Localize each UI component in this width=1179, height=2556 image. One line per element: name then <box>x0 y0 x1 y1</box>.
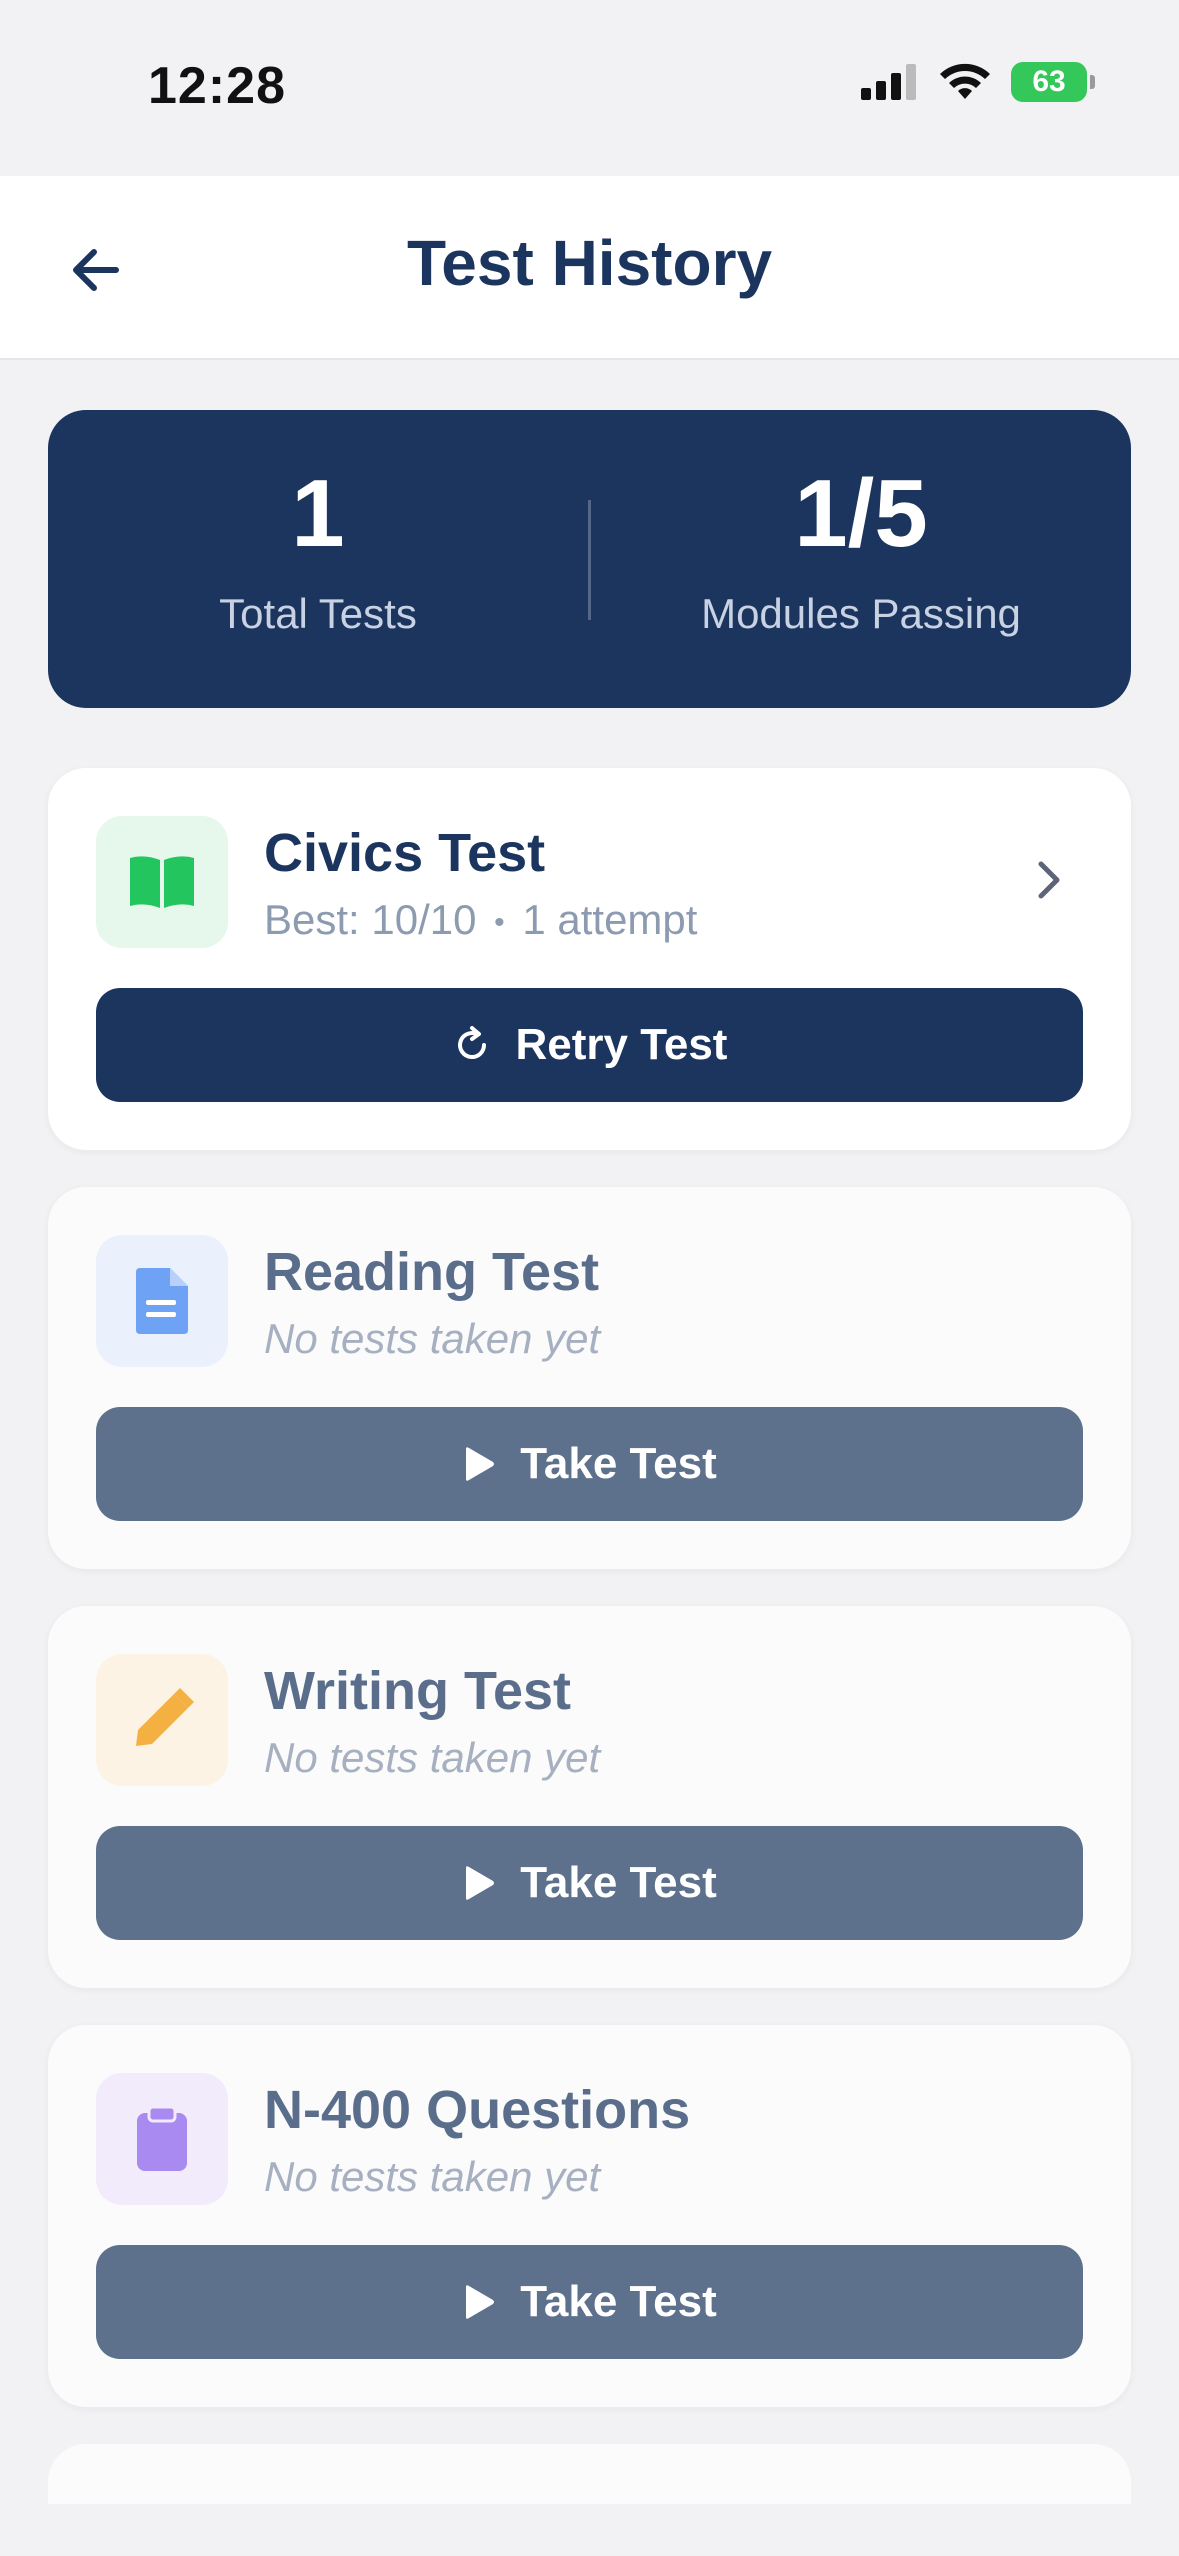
card-icon-container <box>96 1654 228 1786</box>
play-icon <box>466 1447 495 1481</box>
total-tests-value: 1 <box>291 460 345 567</box>
card-subtitle: Best: 10/10 • 1 attempt <box>264 896 697 944</box>
take-test-button[interactable]: Take Test <box>96 1826 1083 1940</box>
take-test-label: Take Test <box>520 1439 717 1488</box>
take-test-label: Take Test <box>520 1858 717 1907</box>
take-test-button[interactable]: Take Test <box>96 1407 1083 1521</box>
retry-test-button[interactable]: Retry Test <box>96 988 1083 1102</box>
card-title: Writing Test <box>264 1661 571 1721</box>
retry-test-label: Retry Test <box>515 1020 728 1069</box>
app-header: Test History <box>0 176 1179 360</box>
modules-passing-label: Modules Passing <box>701 590 1021 637</box>
best-score: Best: 10/10 <box>264 896 477 943</box>
summary-card: 1 Total Tests 1/5 Modules Passing <box>48 410 1131 708</box>
battery-level: 63 <box>1032 65 1066 98</box>
attempt-count: 1 attempt <box>522 896 698 943</box>
card-icon-container <box>96 816 228 948</box>
card-subtitle: No tests taken yet <box>264 1315 601 1362</box>
modules-passing-stat: 1/5 Modules Passing <box>591 466 1131 638</box>
card-subtitle: No tests taken yet <box>264 1734 601 1781</box>
test-card-reading[interactable]: Reading Test No tests taken yet Take Tes… <box>48 1187 1131 1569</box>
play-icon <box>466 1866 495 1900</box>
card-title: Civics Test <box>264 823 546 883</box>
test-card-partial <box>48 2444 1131 2504</box>
chevron-right-icon[interactable] <box>1025 856 1073 904</box>
wifi-icon <box>940 63 990 99</box>
status-bar: 12:28 63 <box>0 0 1179 176</box>
take-test-label: Take Test <box>520 2277 717 2326</box>
separator-dot: • <box>494 905 505 939</box>
clipboard-icon <box>137 2105 187 2171</box>
card-title: N-400 Questions <box>264 2080 691 2140</box>
card-icon-container <box>96 1235 228 1367</box>
book-icon <box>130 856 194 908</box>
modules-passing-value: 1/5 <box>794 460 928 567</box>
take-test-button[interactable]: Take Test <box>96 2245 1083 2359</box>
card-subtitle: No tests taken yet <box>264 2153 601 2200</box>
cellular-signal-icon <box>861 64 916 100</box>
card-title: Reading Test <box>264 1242 600 1302</box>
test-card-n400[interactable]: N-400 Questions No tests taken yet Take … <box>48 2025 1131 2407</box>
test-card-writing[interactable]: Writing Test No tests taken yet Take Tes… <box>48 1606 1131 1988</box>
page-title: Test History <box>406 227 773 299</box>
test-card-civics[interactable]: Civics Test Best: 10/10 • 1 attempt Retr… <box>48 768 1131 1150</box>
retry-icon <box>457 1026 486 1059</box>
battery-indicator: 63 <box>1011 62 1095 102</box>
status-time: 12:28 <box>148 57 286 115</box>
total-tests-label: Total Tests <box>219 590 417 637</box>
card-icon-container <box>96 2073 228 2205</box>
play-icon <box>466 2285 495 2319</box>
pencil-icon <box>136 1688 194 1746</box>
status-icons: 63 <box>861 62 1095 102</box>
total-tests-stat: 1 Total Tests <box>48 466 588 638</box>
document-icon <box>136 1268 188 1334</box>
